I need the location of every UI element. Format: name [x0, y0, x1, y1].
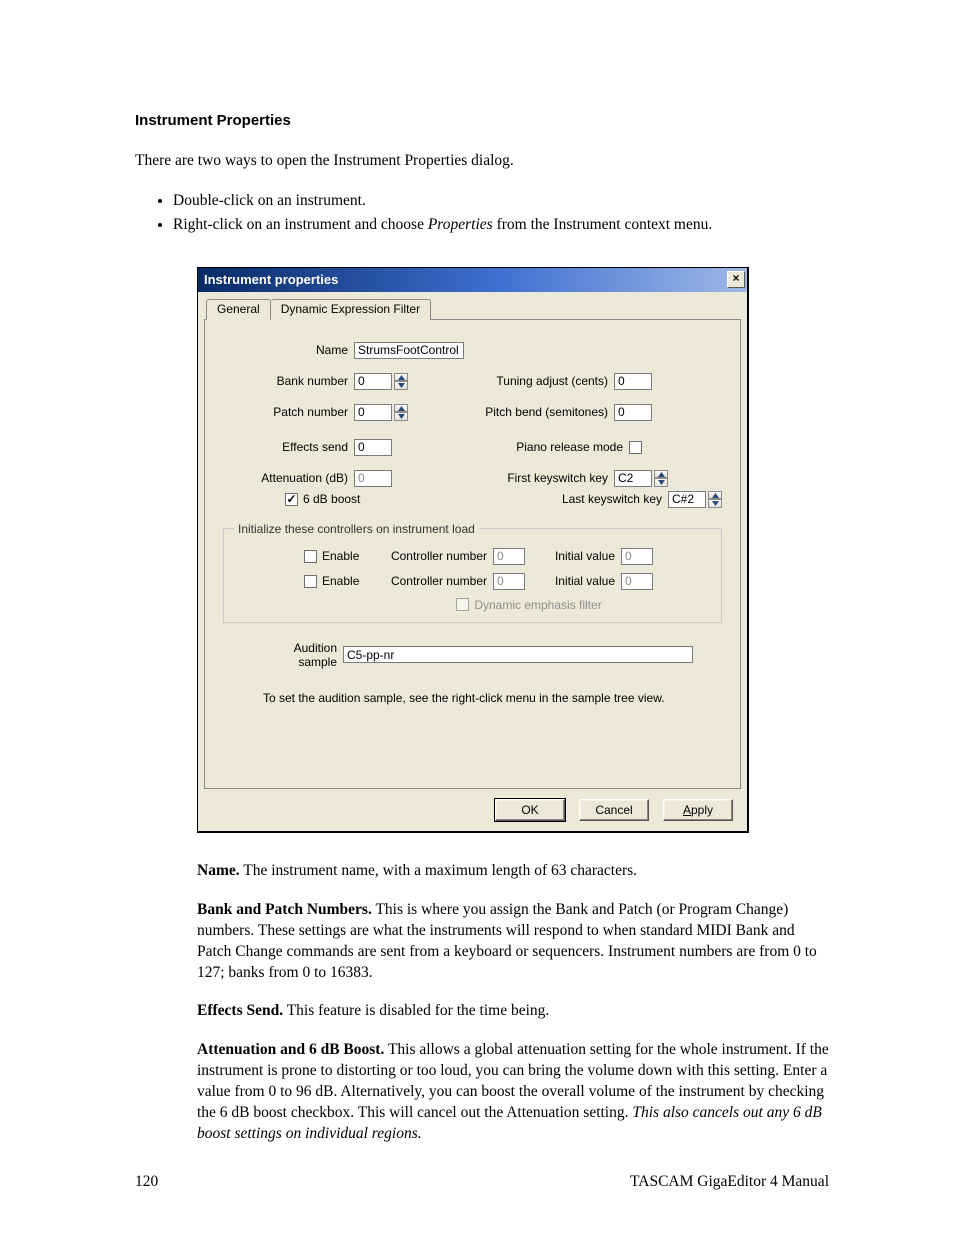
para-name: Name. The instrument name, with a maximu… [197, 861, 829, 882]
dialog-title: Instrument properties [204, 272, 338, 287]
last-keyswitch-label: Last keyswitch key [522, 492, 668, 506]
audition-sample-input[interactable] [343, 646, 693, 663]
tab-dynamic-expression-filter[interactable]: Dynamic Expression Filter [271, 299, 431, 320]
spinner-up-icon[interactable] [394, 373, 408, 382]
last-keyswitch-spinner[interactable] [708, 491, 722, 508]
intro-text: There are two ways to open the Instrumen… [135, 151, 829, 172]
attenuation-input[interactable] [354, 470, 392, 487]
para-bank: Bank and Patch Numbers. This is where yo… [197, 900, 829, 984]
spinner-down-icon[interactable] [708, 499, 722, 508]
tuning-adjust-input[interactable] [614, 373, 652, 390]
ok-button[interactable]: OK [495, 799, 565, 821]
page-number: 120 [135, 1173, 158, 1191]
way-1: Double-click on an instrument. [173, 190, 829, 214]
spinner-down-icon[interactable] [654, 478, 668, 487]
first-keyswitch-input[interactable] [614, 470, 652, 487]
initial-value-1-input[interactable] [621, 548, 653, 565]
first-keyswitch-spinner[interactable] [654, 470, 668, 487]
audition-sample-label: Audition sample [223, 641, 343, 669]
enable-2-label: Enable [322, 574, 377, 588]
pitch-bend-label: Pitch bend (semitones) [468, 405, 614, 419]
page-footer: 120 TASCAM GigaEditor 4 Manual [135, 1173, 829, 1191]
piano-release-checkbox[interactable] [629, 441, 642, 454]
dialog-button-bar: OK Cancel Apply [198, 795, 747, 831]
controller-number-2-label: Controller number [377, 574, 493, 588]
dialog-screenshot: Instrument properties × General Dynamic … [197, 267, 749, 833]
controller-number-1-input[interactable] [493, 548, 525, 565]
tuning-adjust-label: Tuning adjust (cents) [468, 374, 614, 388]
tab-general[interactable]: General [206, 299, 271, 320]
enable-1-checkbox[interactable] [304, 550, 317, 563]
last-keyswitch-input[interactable] [668, 491, 706, 508]
bank-number-spinner[interactable] [394, 373, 408, 390]
pitch-bend-input[interactable] [614, 404, 652, 421]
dynamic-emphasis-checkbox[interactable] [456, 598, 469, 611]
bank-number-label: Bank number [223, 374, 354, 388]
spinner-down-icon[interactable] [394, 381, 408, 390]
controller-number-2-input[interactable] [493, 573, 525, 590]
cancel-button[interactable]: Cancel [579, 799, 649, 821]
enable-1-label: Enable [322, 549, 377, 563]
spinner-up-icon[interactable] [394, 404, 408, 413]
initial-value-2-input[interactable] [621, 573, 653, 590]
controller-number-1-label: Controller number [377, 549, 493, 563]
audition-note: To set the audition sample, see the righ… [263, 691, 722, 705]
patch-number-spinner[interactable] [394, 404, 408, 421]
six-db-boost-label: 6 dB boost [303, 492, 360, 506]
attenuation-label: Attenuation (dB) [223, 471, 354, 485]
spinner-up-icon[interactable] [708, 491, 722, 500]
close-button[interactable]: × [727, 271, 745, 288]
manual-title: TASCAM GigaEditor 4 Manual [630, 1173, 829, 1191]
initial-value-1-label: Initial value [525, 549, 621, 563]
name-input[interactable] [354, 342, 464, 359]
first-keyswitch-label: First keyswitch key [468, 471, 614, 485]
initialize-legend: Initialize these controllers on instrume… [234, 522, 479, 536]
initial-value-2-label: Initial value [525, 574, 621, 588]
effects-send-label: Effects send [223, 440, 354, 454]
dynamic-emphasis-label: Dynamic emphasis filter [474, 598, 601, 612]
patch-number-label: Patch number [223, 405, 354, 419]
tab-panel-general: Name Bank number [204, 319, 741, 789]
name-label: Name [223, 343, 354, 357]
section-heading: Instrument Properties [135, 112, 829, 129]
para-effects: Effects Send. This feature is disabled f… [197, 1001, 829, 1022]
dialog-titlebar: Instrument properties × [198, 268, 747, 292]
piano-release-label: Piano release mode [468, 440, 629, 454]
spinner-down-icon[interactable] [394, 412, 408, 421]
effects-send-input[interactable] [354, 439, 392, 456]
patch-number-input[interactable] [354, 404, 392, 421]
bank-number-input[interactable] [354, 373, 392, 390]
para-attenuation: Attenuation and 6 dB Boost. This allows … [197, 1040, 829, 1145]
enable-2-checkbox[interactable] [304, 575, 317, 588]
six-db-boost-checkbox[interactable] [285, 493, 298, 506]
ways-list: Double-click on an instrument. Right-cli… [173, 190, 829, 239]
initialize-controllers-group: Initialize these controllers on instrume… [223, 522, 722, 623]
apply-button[interactable]: Apply [663, 799, 733, 821]
spinner-up-icon[interactable] [654, 470, 668, 479]
way-2: Right-click on an instrument and choose … [173, 214, 829, 238]
